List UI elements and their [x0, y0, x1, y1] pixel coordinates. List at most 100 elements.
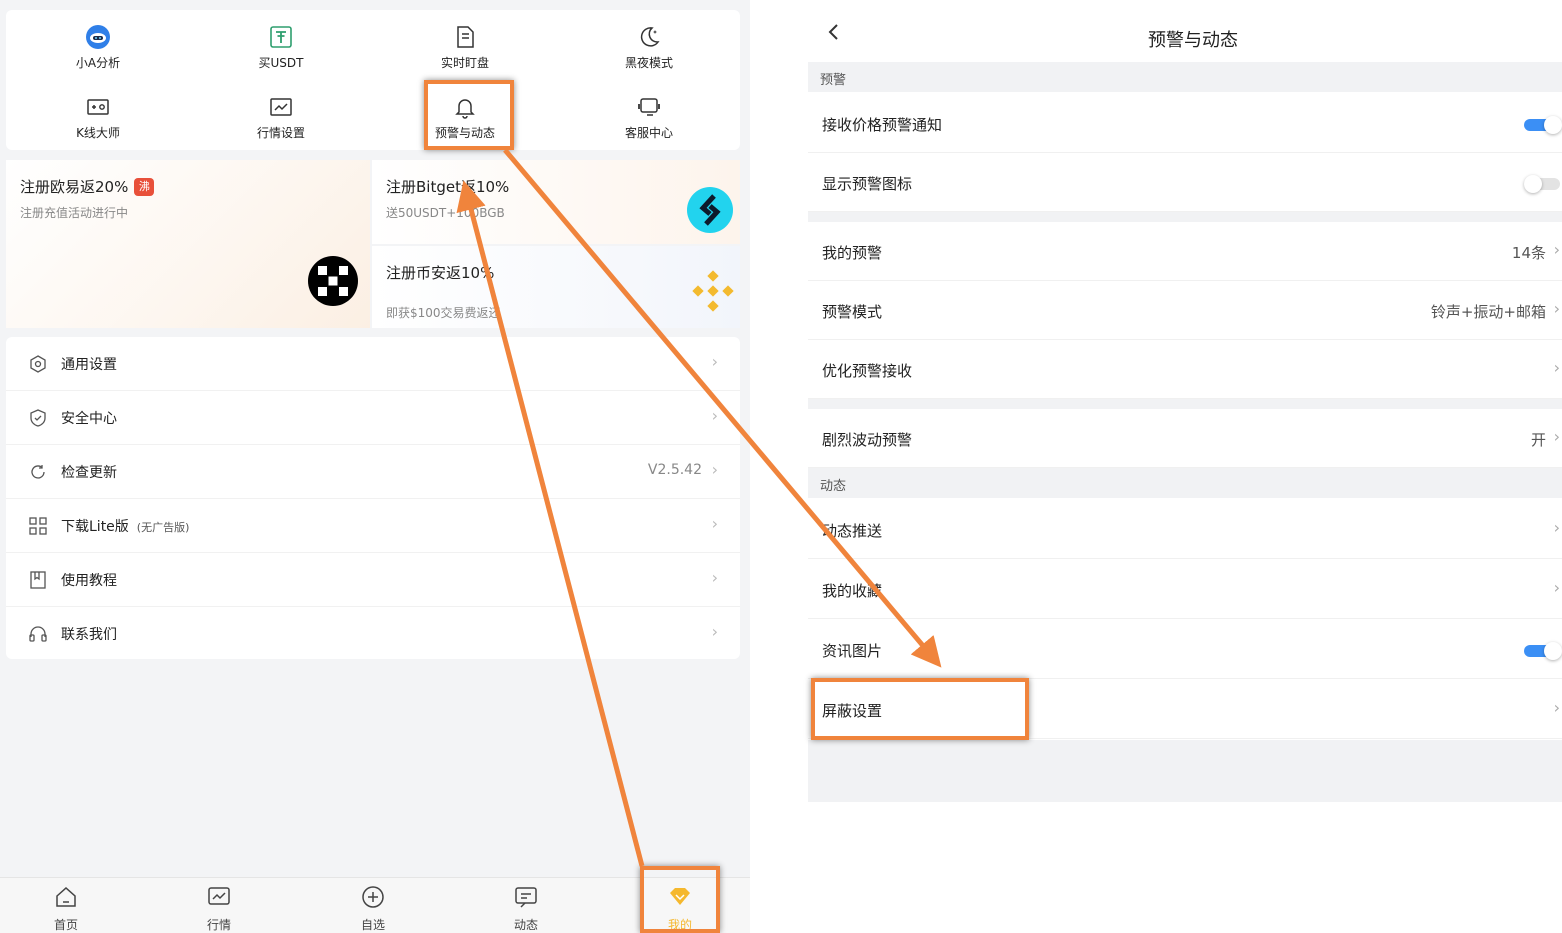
menu-item-general-settings[interactable]: 通用设置 ›: [6, 337, 740, 391]
setting-label: 优化预警接收: [822, 362, 913, 380]
hexagon-settings-icon: [30, 355, 46, 373]
banner-subtitle: 即获$100交易费返还: [386, 306, 501, 320]
menu-item-label: 通用设置: [61, 357, 117, 373]
chevron-right-icon: ›: [711, 460, 718, 479]
my-page-panel: 小A分析 买USDT 实时盯盘 黑夜模式 K线大师 行情设置 预警与动态 客服中…: [0, 0, 750, 933]
market-icon: [208, 887, 230, 905]
menu-item-contact-us[interactable]: 联系我们 ›: [6, 607, 740, 661]
support-icon: [636, 94, 662, 120]
quick-action-label: 买USDT: [258, 56, 304, 70]
tab-watchlist[interactable]: 自选: [333, 884, 413, 933]
setting-news-images[interactable]: 资讯图片: [808, 620, 1562, 679]
robot-icon: [85, 24, 111, 50]
chart-icon: [268, 94, 294, 120]
setting-label: 剧烈波动预警: [822, 431, 913, 449]
promo-banners: 注册欧易返20% 沸 注册充值活动进行中 注册Bitget返10% 送50USDT…: [6, 160, 740, 328]
okx-logo: [308, 256, 358, 310]
setting-label: 我的预警: [822, 244, 883, 262]
tab-label: 动态: [513, 918, 538, 932]
quick-action-market-settings[interactable]: 行情设置: [211, 88, 351, 148]
toggle-switch-on[interactable]: [1524, 642, 1562, 660]
setting-value: 14条: [1511, 244, 1546, 262]
banner-binance[interactable]: 注册币安返10% 即获$100交易费返还: [372, 246, 740, 328]
menu-item-label: 联系我们: [61, 627, 117, 643]
quick-action-ai-analysis[interactable]: 小A分析: [28, 18, 168, 78]
home-icon: [56, 886, 76, 907]
banner-title: 注册Bitget返10%: [386, 178, 510, 196]
tab-market[interactable]: 行情: [179, 884, 259, 933]
section-gap: [808, 212, 1562, 222]
quick-action-label: 黑夜模式: [624, 56, 673, 70]
chevron-right-icon: ›: [1553, 240, 1560, 259]
setting-optimize-receive[interactable]: 优化预警接收 ›: [808, 340, 1562, 399]
message-icon: [515, 887, 537, 908]
tether-icon: [268, 24, 294, 50]
quick-action-live-watch[interactable]: 实时盯盘: [395, 18, 535, 78]
quick-action-buy-usdt[interactable]: 买USDT: [211, 18, 351, 78]
menu-item-label-text: 下载Lite版: [61, 519, 129, 535]
bottom-tab-bar: 首页 行情 自选 动态 我的: [0, 877, 750, 933]
section-header-alerts: 预警: [808, 62, 1562, 92]
monitor-doc-icon: [452, 24, 478, 50]
tab-label: 行情: [206, 918, 231, 932]
moon-icon: [636, 24, 662, 50]
banner-okx[interactable]: 注册欧易返20% 沸 注册充值活动进行中: [6, 160, 370, 328]
banner-title: 注册币安返10%: [386, 264, 495, 282]
binance-logo: [690, 268, 736, 318]
grid-icon: [29, 517, 47, 535]
bottom-filler: [808, 740, 1562, 802]
section-gap: [808, 399, 1562, 409]
toggle-switch-on[interactable]: [1524, 116, 1562, 134]
toggle-switch-off[interactable]: [1524, 175, 1562, 193]
setting-alert-mode[interactable]: 预警模式 铃声+振动+邮箱 ›: [808, 281, 1562, 340]
menu-item-check-update[interactable]: 检查更新 V2.5.42 ›: [6, 445, 740, 499]
setting-label: 接收价格预警通知: [822, 116, 943, 134]
banner-title-text: 注册欧易返20%: [20, 178, 129, 196]
section-header-feed: 动态: [808, 468, 1562, 498]
quick-action-label: 实时盯盘: [440, 56, 489, 70]
bitget-logo: [686, 186, 734, 238]
setting-my-alerts[interactable]: 我的预警 14条 ›: [808, 222, 1562, 281]
menu-item-download-lite[interactable]: 下载Lite版 (无广告版) ›: [6, 499, 740, 553]
hot-badge: 沸: [134, 178, 155, 196]
setting-label: 预警模式: [822, 303, 883, 321]
quick-actions-grid: 小A分析 买USDT 实时盯盘 黑夜模式 K线大师 行情设置 预警与动态 客服中…: [6, 10, 740, 150]
book-icon: [30, 571, 46, 589]
menu-item-security-center[interactable]: 安全中心 ›: [6, 391, 740, 445]
quick-action-dark-mode[interactable]: 黑夜模式: [579, 18, 719, 78]
menu-item-label: 下载Lite版 (无广告版): [61, 516, 189, 536]
refresh-icon: [31, 465, 45, 479]
setting-volatility-alert[interactable]: 剧烈波动预警 开 ›: [808, 409, 1562, 468]
setting-my-favorites[interactable]: 我的收藏 ›: [808, 560, 1562, 619]
chevron-right-icon: ›: [1553, 578, 1560, 597]
shield-icon: [30, 409, 46, 427]
setting-value: 铃声+振动+邮箱: [1430, 303, 1546, 321]
kline-icon: [85, 94, 111, 120]
setting-show-alert-icon[interactable]: 显示预警图标: [808, 153, 1562, 212]
setting-feed-push[interactable]: 动态推送 ›: [808, 500, 1562, 559]
menu-item-note: (无广告版): [136, 521, 190, 534]
highlight-mine-tab: [640, 866, 720, 933]
banner-subtitle: 注册充值活动进行中: [20, 206, 129, 220]
menu-item-label: 使用教程: [61, 573, 117, 589]
chevron-right-icon: ›: [711, 622, 718, 641]
chevron-right-icon: ›: [1553, 518, 1560, 537]
quick-action-label: K线大师: [76, 126, 120, 140]
quick-action-label: 行情设置: [256, 126, 305, 140]
setting-label: 我的收藏: [822, 582, 883, 600]
highlight-block-settings: [811, 678, 1029, 740]
quick-action-support[interactable]: 客服中心: [579, 88, 719, 148]
chevron-right-icon: ›: [1553, 299, 1560, 318]
section-header-label: 动态: [820, 479, 847, 494]
setting-value: 开: [1530, 431, 1546, 449]
quick-action-label: 客服中心: [624, 126, 673, 140]
banner-bitget[interactable]: 注册Bitget返10% 送50USDT+100BGB: [372, 160, 740, 244]
tab-home[interactable]: 首页: [26, 884, 106, 933]
highlight-alerts-feed-entry: [424, 80, 514, 150]
quick-action-kline-master[interactable]: K线大师: [28, 88, 168, 148]
setting-receive-price-alert[interactable]: 接收价格预警通知: [808, 94, 1562, 153]
header-bar: 预警与动态: [808, 0, 1562, 62]
menu-item-tutorial[interactable]: 使用教程 ›: [6, 553, 740, 607]
tab-feed[interactable]: 动态: [486, 884, 566, 933]
setting-label: 动态推送: [822, 522, 883, 540]
